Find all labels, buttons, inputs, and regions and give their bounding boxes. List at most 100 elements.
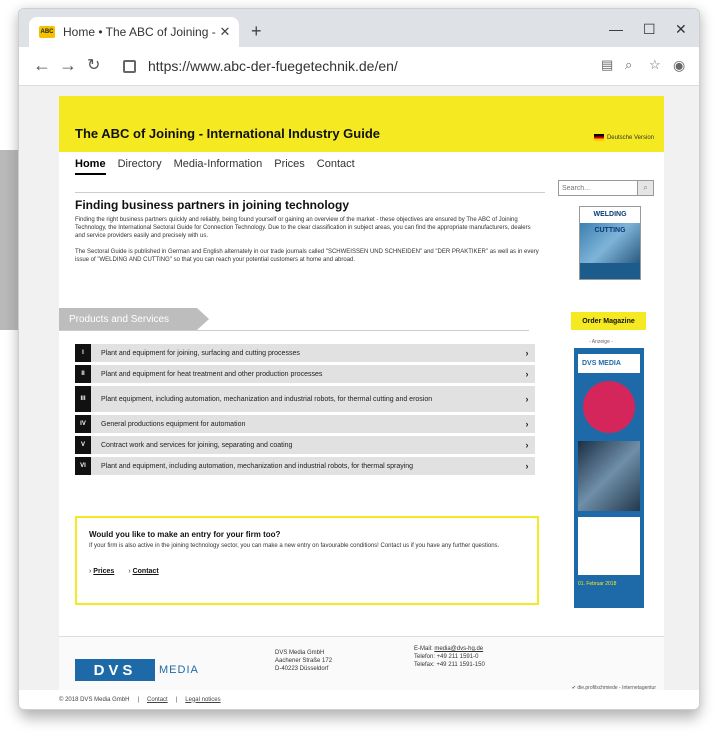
category-number: II	[75, 365, 91, 383]
nav-directory[interactable]: Directory	[118, 158, 162, 175]
section-divider	[59, 330, 529, 331]
close-window-icon[interactable]: ✕	[675, 21, 687, 38]
category-label: Contract work and services for joining, …	[101, 441, 293, 449]
chevron-right-icon: ›	[525, 461, 529, 471]
browser-tab[interactable]: ABC Home • The ABC of Joining - Inte ✕	[29, 17, 239, 47]
nav-divider	[75, 192, 545, 193]
lock-icon	[123, 59, 136, 73]
category-item[interactable]: V Contract work and services for joining…	[75, 436, 535, 454]
category-number: IV	[75, 415, 91, 433]
nav-home[interactable]: Home	[75, 158, 106, 175]
search-icon[interactable]: ⌕	[637, 181, 653, 195]
page-viewport: The ABC of Joining - International Indus…	[19, 86, 699, 709]
nav-prices[interactable]: Prices	[274, 158, 305, 175]
new-tab-icon[interactable]: +	[251, 21, 262, 42]
company-name: DVS Media GmbH	[275, 650, 325, 656]
profile-icon[interactable]: ◉	[673, 57, 685, 74]
language-label: Deutsche Version	[606, 134, 654, 141]
chevron-right-icon: ›	[525, 419, 529, 429]
page-heading: Finding business partners in joining tec…	[75, 198, 350, 212]
contact-link[interactable]: Contact	[133, 568, 159, 575]
search-input[interactable]	[559, 184, 637, 192]
site-title: The ABC of Joining - International Indus…	[75, 126, 381, 141]
maximize-icon[interactable]: ☐	[643, 21, 656, 38]
copyright-bar: © 2018 DVS Media GmbH | Contact | Legal …	[19, 690, 699, 709]
main-nav: Home Directory Media-Information Prices …	[75, 158, 355, 175]
email-label: E-Mail:	[414, 646, 433, 652]
street: Aachener Straße 172	[275, 658, 333, 664]
chevron-right-icon: ›	[525, 394, 529, 404]
zoom-icon[interactable]: ⌕	[625, 57, 632, 73]
forward-icon[interactable]: →	[59, 55, 77, 76]
browser-toolbar: ← → ↻ https://www.abc-der-fuegetechnik.d…	[19, 47, 699, 86]
category-number: I	[75, 344, 91, 362]
ad-text-block	[578, 517, 640, 575]
browser-window: ABC Home • The ABC of Joining - Inte ✕ +…	[18, 8, 700, 710]
site-search: ⌕	[558, 180, 654, 196]
close-tab-icon[interactable]: ✕	[217, 24, 233, 40]
ad-date: 01. Februar 2018	[578, 581, 617, 587]
web-page: The ABC of Joining - International Indus…	[59, 96, 664, 707]
bookmark-star-icon[interactable]: ☆	[649, 57, 661, 73]
dvs-logo-mark: DVS	[75, 659, 155, 681]
entry-text: If your firm is also active in the joini…	[89, 543, 500, 549]
entry-heading: Would you like to make an entry for your…	[89, 530, 281, 539]
magazine-title: WELDING CUTTING	[580, 207, 640, 234]
nav-contact[interactable]: Contact	[317, 158, 355, 175]
reload-icon[interactable]: ↻	[87, 55, 100, 75]
legal-notices-link[interactable]: Legal notices	[185, 697, 220, 703]
category-label: General productions equipment for automa…	[101, 420, 246, 428]
category-number: III	[75, 386, 91, 412]
tab-bar: ABC Home • The ABC of Joining - Inte ✕ +…	[19, 9, 699, 47]
section-title: Products and Services	[59, 308, 209, 330]
category-label: Plant equipment, including automation, m…	[101, 395, 433, 403]
favicon-icon: ABC	[39, 26, 55, 38]
category-item[interactable]: IV General productions equipment for aut…	[75, 415, 535, 433]
category-number: VI	[75, 457, 91, 475]
tab-title: Home • The ABC of Joining - Inte	[63, 25, 217, 39]
back-icon[interactable]: ←	[33, 55, 51, 76]
chevron-right-icon: ›	[525, 348, 529, 358]
footer-contact: E-Mail: media@dvs-hg.de Telefon: +49 211…	[414, 645, 485, 669]
copyright: © 2018 DVS Media GmbH	[59, 696, 130, 703]
ad-logo: DVS MEDIA	[578, 354, 640, 373]
site-header: The ABC of Joining - International Indus…	[59, 96, 664, 152]
category-item[interactable]: I Plant and equipment for joining, surfa…	[75, 344, 535, 362]
category-label: Plant and equipment, including automatio…	[101, 462, 414, 470]
category-item[interactable]: II Plant and equipment for heat treatmen…	[75, 365, 535, 383]
language-switch[interactable]: Deutsche Version	[593, 134, 654, 141]
chevron-right-icon: ›	[525, 369, 529, 379]
intro-paragraph-2: The Sectoral Guide is published in Germa…	[75, 249, 539, 263]
minimize-icon[interactable]: —	[609, 21, 623, 37]
order-magazine-button[interactable]: Order Magazine	[571, 312, 646, 330]
magazine-cover[interactable]: WELDING CUTTING	[579, 206, 641, 280]
category-label: Plant and equipment for joining, surfaci…	[101, 349, 300, 357]
category-label: Plant and equipment for heat treatment a…	[101, 370, 323, 378]
address-bar[interactable]: https://www.abc-der-fuegetechnik.de/en/	[119, 53, 587, 79]
email-link[interactable]: media@dvs-hg.de	[434, 646, 483, 652]
city: D-40223 Düsseldorf	[275, 666, 329, 672]
translate-icon[interactable]: ▤	[601, 57, 613, 73]
german-flag-icon	[593, 134, 604, 141]
fax: Telefax: +49 211 1591-150	[414, 662, 485, 668]
phone: Telefon: +49 211 1591-0	[414, 654, 479, 660]
product-category-list: I Plant and equipment for joining, surfa…	[75, 344, 535, 478]
ad-badge	[583, 381, 635, 433]
category-number: V	[75, 436, 91, 454]
intro-paragraph-1: Finding the right business partners quic…	[75, 217, 531, 239]
ad-banner[interactable]: DVS MEDIA 01. Februar 2018	[574, 348, 644, 608]
ad-label: - Anzeige -	[589, 339, 613, 345]
nav-media-information[interactable]: Media-Information	[174, 158, 263, 175]
prices-link[interactable]: Prices	[93, 568, 114, 575]
footer-contact-link[interactable]: Contact	[147, 697, 168, 703]
ad-photo	[578, 441, 640, 511]
entry-callout: Would you like to make an entry for your…	[75, 516, 539, 605]
footer-address: DVS Media GmbH Aachener Straße 172 D-402…	[275, 649, 332, 673]
category-item[interactable]: VI Plant and equipment, including automa…	[75, 457, 535, 475]
category-item[interactable]: III Plant equipment, including automatio…	[75, 386, 535, 412]
url-text: https://www.abc-der-fuegetechnik.de/en/	[148, 58, 398, 74]
media-logo-text: MEDIA	[159, 664, 199, 676]
dvs-media-logo[interactable]: DVS MEDIA	[75, 659, 199, 681]
entry-links: › Prices › Contact	[89, 568, 159, 575]
chevron-right-icon: ›	[525, 440, 529, 450]
